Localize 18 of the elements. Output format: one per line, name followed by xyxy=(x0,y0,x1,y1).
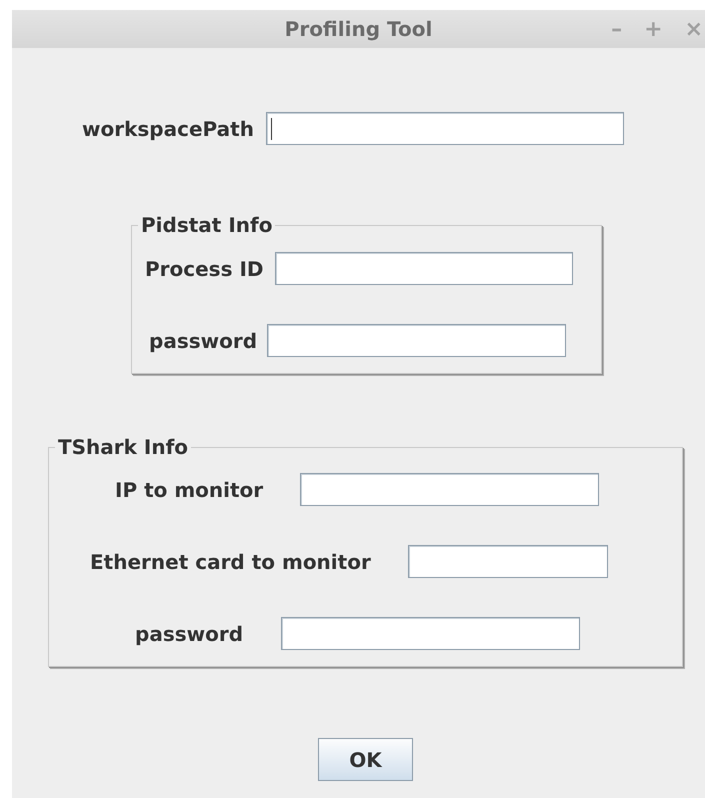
field-label: Ethernet card to monitor xyxy=(90,550,371,574)
input-field[interactable] xyxy=(267,324,566,357)
input-field[interactable] xyxy=(274,252,572,285)
maximize-button[interactable]: + xyxy=(644,16,663,42)
field-label: password xyxy=(149,328,258,352)
input-field[interactable] xyxy=(408,545,608,578)
field-label: password xyxy=(135,622,244,646)
input-field[interactable] xyxy=(281,617,580,650)
window-title: Profiling Tool xyxy=(284,17,432,41)
minimize-button[interactable]: – xyxy=(611,16,622,42)
input-field[interactable] xyxy=(300,473,600,506)
input-field[interactable] xyxy=(266,112,624,145)
close-button[interactable]: × xyxy=(684,16,703,42)
field-label: workspacePath xyxy=(82,116,254,140)
field-label: IP to monitor xyxy=(115,478,264,502)
field-label: Process ID xyxy=(145,256,264,280)
ok-button[interactable]: OK xyxy=(318,738,413,781)
text-caret xyxy=(270,118,272,140)
